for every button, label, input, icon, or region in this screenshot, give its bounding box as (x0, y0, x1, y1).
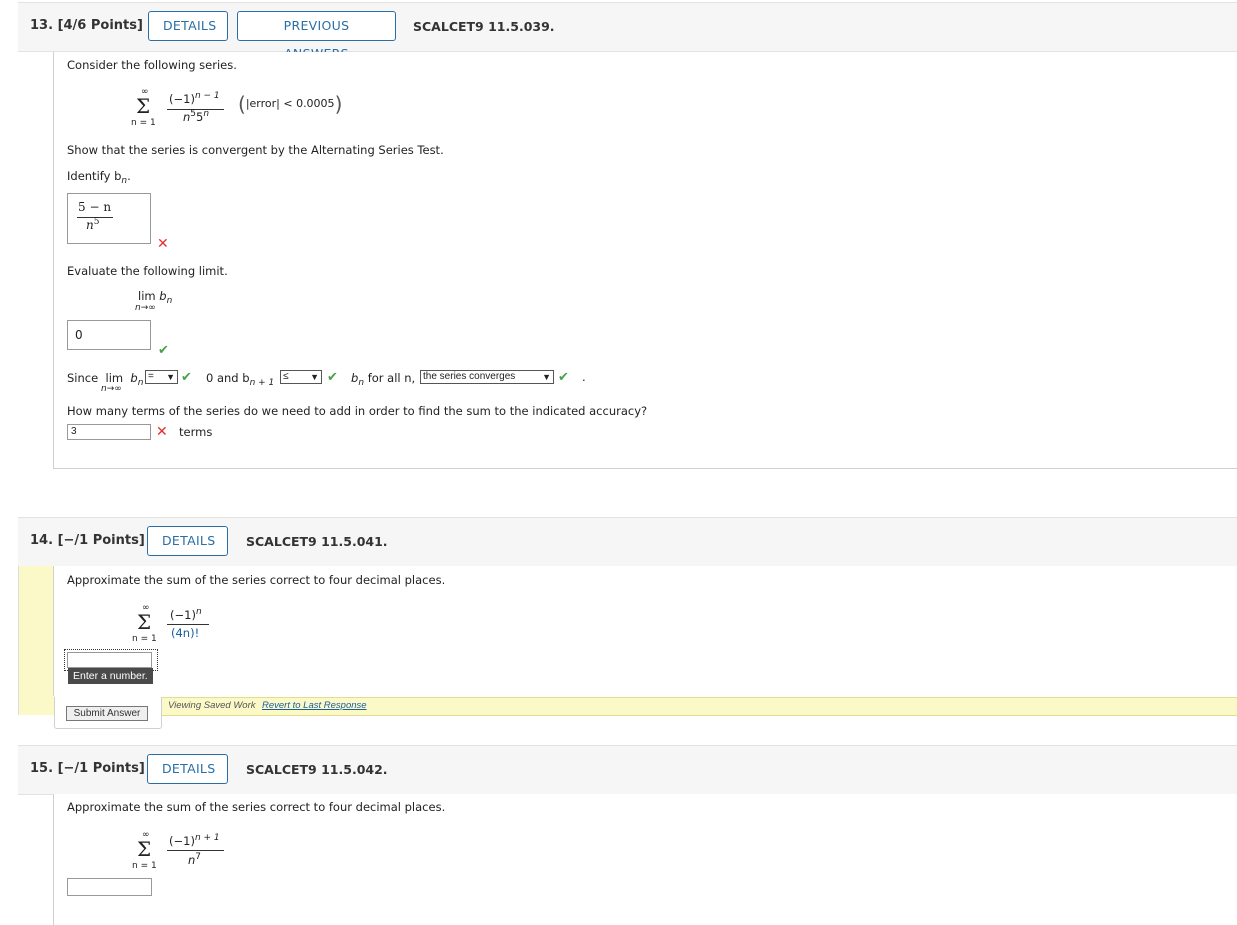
q13-since-text: Since lim bn (67, 371, 144, 388)
q14-details-button[interactable]: DETAILS (147, 526, 228, 556)
q14-denominator: (4n)! (171, 626, 200, 640)
incorrect-icon: ✕ (156, 424, 168, 440)
q13-identify-label: Identify bn. (67, 169, 131, 186)
q13-sum-bottom: n = 1 (131, 118, 156, 128)
q14-header: 14. [−/1 Points] DETAILS SCALCET9 11.5.0… (18, 517, 1237, 567)
q13-series-denominator: n55n (183, 109, 210, 124)
incorrect-icon: ✕ (157, 236, 169, 252)
q13-relation-select-1[interactable]: = ▼ (145, 370, 178, 384)
q15-body: Approximate the sum of the series correc… (53, 794, 1237, 925)
q13-previous-answers-button[interactable]: PREVIOUS ANSWERS (237, 11, 396, 61)
sigma-icon: Σ (137, 610, 152, 634)
q15-answer-input[interactable] (67, 878, 152, 896)
q13-series-numerator: (−1)n − 1 (169, 91, 220, 106)
q13-bn-answer-box[interactable]: 5 − n n5 (67, 193, 151, 244)
q15-code: SCALCET9 11.5.042. (246, 762, 388, 777)
q13-evaluate-text: Evaluate the following limit. (67, 264, 228, 278)
q13-relation-select-2[interactable]: ≤ ▼ (280, 370, 322, 384)
q13-details-button[interactable]: DETAILS (148, 11, 228, 41)
q13-terms-input[interactable]: 3 (67, 424, 151, 440)
q13-number: 13. [4/6 Points] (30, 18, 143, 33)
q14-code: SCALCET9 11.5.041. (246, 534, 388, 549)
q14-prompt: Approximate the sum of the series correc… (67, 573, 446, 587)
q13-header: 13. [4/6 Points] DETAILS PREVIOUS ANSWER… (18, 2, 1237, 61)
q15-number: 15. [−/1 Points] (30, 761, 145, 776)
q14-number: 14. [−/1 Points] (30, 533, 145, 548)
q13-code: SCALCET9 11.5.039. (413, 19, 555, 34)
q13-period: . (582, 370, 586, 384)
q15-prompt: Approximate the sum of the series correc… (67, 800, 446, 814)
q13-show-text: Show that the series is convergent by th… (67, 143, 444, 157)
q13-terms-label: terms (179, 425, 213, 439)
q13-body: Consider the following series. ∞ Σ n = 1… (53, 52, 1237, 469)
q13-limit-under: n→∞ (135, 303, 156, 313)
q15-numerator: (−1)n + 1 (169, 833, 220, 848)
correct-icon: ✔ (327, 370, 338, 385)
q15-sum-bottom: n = 1 (132, 861, 157, 871)
q13-error-bound: (|error| < 0.0005) (238, 92, 343, 116)
q13-how-many-text: How many terms of the series do we need … (67, 404, 648, 418)
q14-submit-button[interactable]: Submit Answer (66, 706, 148, 721)
q14-sum-bottom: n = 1 (132, 634, 157, 644)
q13-bn-denominator: n5 (86, 217, 100, 232)
q13-bn-for-all-text: bn for all n, (351, 371, 416, 388)
q13-limit-value: 0 (75, 328, 83, 342)
q13-bn-numerator: 5 − n (78, 200, 112, 214)
q13-consider-text: Consider the following series. (67, 58, 237, 72)
sigma-icon: Σ (137, 837, 152, 861)
correct-icon: ✔ (558, 370, 569, 385)
correct-icon: ✔ (181, 370, 192, 385)
q15-denominator: n7 (188, 852, 202, 867)
q13-terms-value: 3 (71, 426, 77, 437)
q13-since-under: n→∞ (101, 384, 122, 394)
q14-yellow-margin (18, 566, 55, 715)
sigma-icon: Σ (136, 94, 151, 118)
q14-numerator: (−1)n (170, 607, 202, 622)
q13-conclusion-select[interactable]: the series converges ▼ (420, 370, 554, 384)
q15-header: 15. [−/1 Points] DETAILS SCALCET9 11.5.0… (18, 745, 1237, 795)
q14-saved-work-bar: Viewing Saved Work Revert to Last Respon… (160, 697, 1237, 716)
q14-input-tooltip: Enter a number. (68, 668, 153, 684)
q14-body: Approximate the sum of the series correc… (53, 566, 1237, 696)
q14-revert-link[interactable]: Revert to Last Response (262, 700, 367, 711)
q14-saved-text: Viewing Saved Work (168, 700, 256, 711)
q14-fraction-bar (167, 624, 209, 625)
q15-details-button[interactable]: DETAILS (147, 754, 228, 784)
q13-zero-and-text: 0 and bn + 1 (206, 371, 275, 388)
correct-icon: ✔ (158, 343, 169, 358)
q14-answer-input[interactable] (67, 652, 152, 668)
q15-fraction-bar (167, 850, 224, 851)
q13-limit-expression: lim bn (138, 289, 173, 306)
q13-limit-answer-box[interactable]: 0 (67, 320, 151, 350)
